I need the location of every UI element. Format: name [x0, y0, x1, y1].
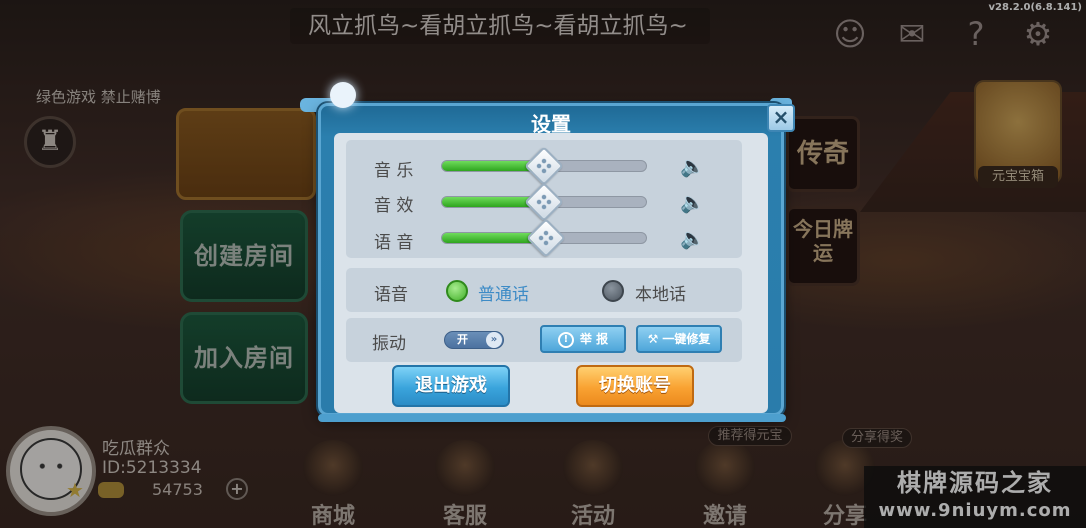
sound-effect-label: 音 效	[374, 196, 414, 216]
dialect-radio[interactable]	[602, 280, 624, 302]
vibration-toggle[interactable]: 开 »	[444, 331, 504, 349]
language-label: 语音	[374, 285, 408, 305]
mandarin-label[interactable]: 普通话	[478, 280, 529, 305]
music-label: 音 乐	[374, 161, 414, 181]
mandarin-radio[interactable]	[446, 280, 468, 302]
speaker-icon[interactable]: 🔈	[680, 154, 708, 178]
report-button-label: 举 报	[579, 332, 609, 346]
repair-button[interactable]: ⚒ 一键修复	[636, 325, 722, 353]
vibration-label: 振动	[372, 334, 406, 354]
voice-label: 语 音	[374, 233, 414, 253]
repair-button-label: 一键修复	[662, 332, 711, 346]
speaker-icon[interactable]: 🔈	[680, 190, 708, 214]
toggle-text: 开	[457, 333, 468, 346]
wrench-icon: ⚒	[647, 332, 659, 346]
exit-game-button[interactable]: 退出游戏	[392, 365, 510, 407]
dialog-foot-bar	[318, 414, 786, 422]
switch-account-button[interactable]: 切换账号	[576, 365, 694, 407]
moon-icon	[330, 82, 356, 108]
close-button[interactable]: ×	[767, 104, 795, 132]
alert-icon: !	[557, 331, 574, 348]
speaker-icon[interactable]: 🔈	[680, 226, 708, 250]
dialect-label[interactable]: 本地话	[635, 280, 686, 305]
report-button[interactable]: ! 举 报	[540, 325, 626, 353]
toggle-knob-icon: »	[486, 332, 502, 348]
